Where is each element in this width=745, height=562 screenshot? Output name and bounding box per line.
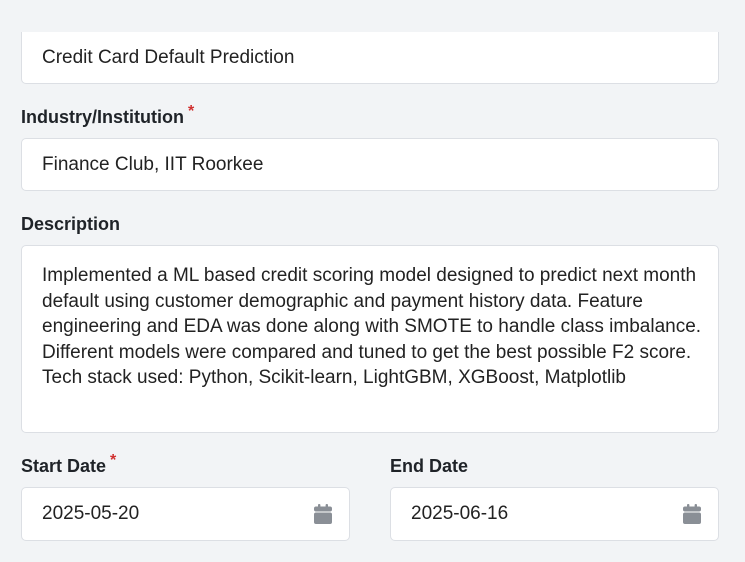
- description-label-text: Description: [21, 214, 121, 234]
- title-input[interactable]: Credit Card Default Prediction: [21, 32, 719, 84]
- institution-input[interactable]: Finance Club, IIT Roorkee: [21, 138, 719, 191]
- start-date-value: 2025-05-20: [42, 503, 140, 524]
- start-date-input[interactable]: 2025-05-20: [21, 487, 350, 541]
- end-date-label: End Date: [390, 456, 468, 477]
- end-date-value: 2025-06-16: [411, 503, 509, 524]
- institution-label: Industry/Institution *: [21, 103, 194, 128]
- description-label: Description: [21, 214, 120, 235]
- description-textarea-value: Implemented a ML based credit scoring mo…: [42, 265, 702, 389]
- description-textarea[interactable]: Implemented a ML based credit scoring mo…: [21, 245, 719, 433]
- start-date-label-text: Start Date: [21, 456, 107, 476]
- end-date-input[interactable]: 2025-06-16: [390, 487, 719, 541]
- institution-input-value: Finance Club, IIT Roorkee: [42, 153, 264, 175]
- start-date-label: Start Date *: [21, 452, 116, 477]
- calendar-icon[interactable]: [314, 504, 332, 524]
- end-date-label-text: End Date: [390, 456, 469, 476]
- title-input-value: Credit Card Default Prediction: [42, 46, 295, 68]
- required-asterisk: *: [110, 452, 117, 469]
- required-asterisk: *: [187, 103, 195, 120]
- institution-label-text: Industry/Institution: [21, 107, 184, 127]
- calendar-icon[interactable]: [683, 504, 701, 524]
